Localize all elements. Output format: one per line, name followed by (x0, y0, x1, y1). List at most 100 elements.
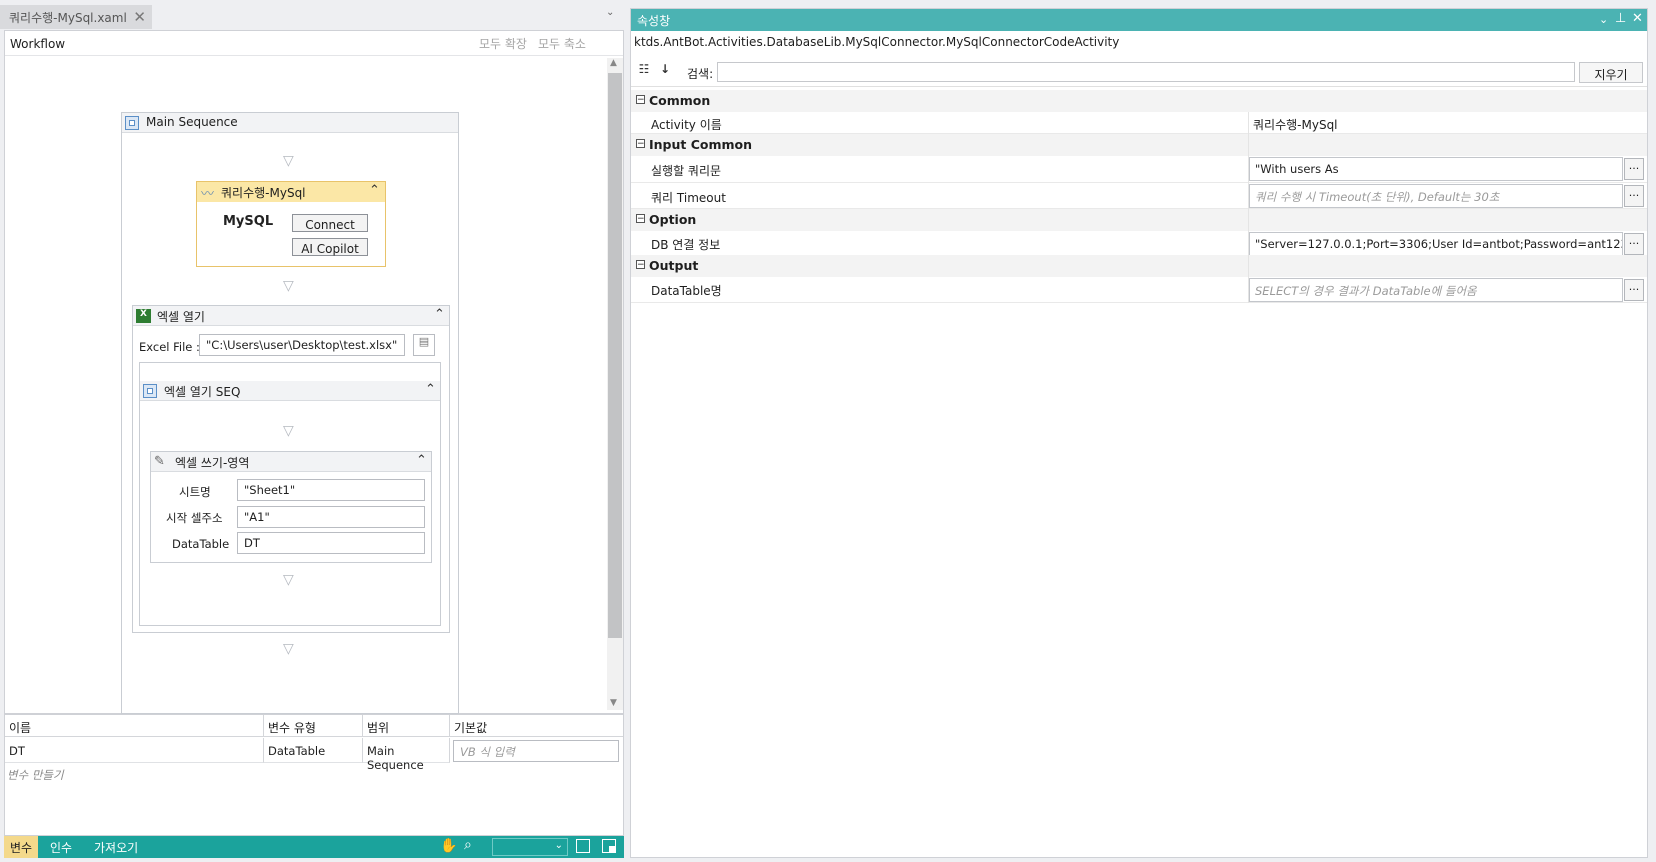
column-header-default[interactable]: 기본값 (450, 715, 623, 737)
variable-type-cell[interactable]: DataTable (264, 738, 363, 763)
collapse-all-link[interactable]: 모두 축소 (538, 35, 586, 52)
drop-target-icon[interactable]: ▽ (283, 572, 294, 588)
tab-arguments[interactable]: 인수 (44, 836, 78, 858)
collapse-icon[interactable]: ⌃ (434, 307, 445, 322)
excel-open-header: X 엑셀 열기 ⌃ (133, 306, 449, 326)
tab-imports[interactable]: 가져오기 (88, 836, 144, 858)
collapse-toggle-icon[interactable]: − (636, 139, 645, 149)
category-option[interactable]: − Option (631, 209, 1647, 231)
properties-title-bar: 속성창 ⌄ ⊥ ✕ (631, 9, 1647, 31)
category-output[interactable]: − Output (631, 255, 1647, 277)
collapse-icon[interactable]: ⌃ (369, 183, 380, 198)
excel-file-label: Excel File : (139, 340, 200, 354)
excel-open-activity[interactable]: X 엑셀 열기 ⌃ Excel File : "C:\Users\user\De… (132, 305, 450, 633)
excel-write-range-header: ✎ 엑셀 쓰기-영역 ⌃ (151, 452, 431, 472)
ellipsis-button[interactable]: ... (1624, 279, 1644, 301)
excel-open-seq[interactable]: 엑셀 열기 SEQ ⌃ ▽ ✎ 엑셀 쓰기-영역 ⌃ 시트명 "Sheet1" … (139, 362, 441, 626)
breadcrumb[interactable]: Workflow (10, 37, 65, 51)
property-label: 쿼리 Timeout (651, 191, 726, 205)
property-label: Activity 이름 (651, 118, 722, 132)
mysql-activity[interactable]: 〰 쿼리수행-MySql ⌃ MySQL Connect AI Copilot (196, 181, 386, 267)
excel-icon: X (136, 309, 151, 323)
close-icon[interactable]: ✕ (1632, 11, 1643, 26)
clear-button[interactable]: 지우기 (1579, 62, 1643, 83)
column-header-type[interactable]: 변수 유형 (264, 715, 363, 737)
ellipsis-button[interactable]: ... (1624, 233, 1644, 255)
expand-all-link[interactable]: 모두 확장 (479, 35, 527, 52)
close-icon[interactable]: ✕ (133, 8, 146, 26)
scrollbar-thumb[interactable] (608, 73, 622, 638)
overview-icon[interactable] (602, 839, 616, 853)
column-header-name[interactable]: 이름 (5, 715, 264, 737)
drop-target-icon[interactable]: ▽ (283, 278, 294, 294)
drop-target-icon[interactable]: ▽ (283, 641, 294, 657)
category-title: Input Common (649, 137, 753, 152)
document-tab[interactable]: 쿼리수행-MySql.xaml ✕ (0, 5, 152, 29)
sheet-name-label: 시트명 (179, 485, 211, 499)
zoom-select[interactable]: ⌄ (492, 838, 568, 856)
query-timeout-input[interactable]: 쿼리 수행 시 Timeout(초 단위), Default는 30초 (1249, 184, 1623, 208)
category-title: Common (649, 93, 711, 108)
mysql-activity-header: 〰 쿼리수행-MySql ⌃ (197, 182, 385, 202)
chevron-down-icon[interactable]: ⌄ (606, 7, 614, 18)
excel-file-input[interactable]: "C:\Users\user\Desktop\test.xlsx" (199, 334, 405, 356)
scroll-up-icon[interactable]: ▲ (610, 58, 617, 68)
start-cell-input[interactable]: "A1" (237, 506, 425, 528)
header-divider (5, 55, 623, 56)
ellipsis-button[interactable]: ... (1624, 185, 1644, 207)
start-cell-label: 시작 셀주소 (166, 511, 223, 525)
variable-default-input[interactable]: VB 식 입력 (453, 740, 619, 762)
category-common[interactable]: − Common (631, 90, 1647, 112)
categorized-view-icon[interactable]: ☷ (634, 62, 654, 82)
variable-scope-cell[interactable]: Main Sequence (363, 738, 450, 772)
category-title: Option (649, 212, 697, 227)
datatable-input[interactable]: DT (237, 532, 425, 554)
alphabetical-sort-icon[interactable]: ↓ (655, 62, 675, 82)
column-divider[interactable] (1248, 112, 1249, 303)
document-tab-bar: 쿼리수행-MySql.xaml ✕ ⌄ (0, 0, 628, 30)
variable-name-cell[interactable]: DT (5, 738, 264, 763)
collapse-icon[interactable]: ⌃ (416, 453, 427, 468)
drop-target-icon[interactable]: ▽ (283, 153, 294, 169)
collapse-toggle-icon[interactable]: − (636, 260, 645, 270)
property-row: DB 연결 정보 "Server=127.0.0.1;Port=3306;Use… (631, 231, 1647, 257)
search-zoom-icon[interactable]: ⌕ (464, 837, 472, 853)
pencil-icon: ✎ (154, 454, 165, 469)
datatable-name-input[interactable]: SELECT의 경우 결과가 DataTable에 들어옴 (1249, 278, 1623, 302)
column-header-scope[interactable]: 범위 (363, 715, 450, 737)
mysql-activity-title: 쿼리수행-MySql (221, 186, 306, 200)
sequence-icon (125, 116, 139, 130)
drop-target-icon[interactable]: ▽ (283, 423, 294, 439)
scroll-down-icon[interactable]: ▼ (610, 698, 617, 708)
properties-title: 속성창 (637, 14, 671, 28)
category-input-common[interactable]: − Input Common (631, 134, 1647, 156)
collapse-icon[interactable]: ⌃ (425, 382, 436, 397)
chevron-down-icon[interactable]: ⌄ (1599, 13, 1608, 26)
pan-hand-icon[interactable]: ✋ (440, 838, 457, 854)
tab-variables[interactable]: 변수 (4, 836, 39, 858)
sheet-name-input[interactable]: "Sheet1" (237, 479, 425, 501)
collapse-toggle-icon[interactable]: − (636, 95, 645, 105)
property-row: 실행할 쿼리문 "With users As ... (631, 156, 1647, 183)
fit-to-screen-icon[interactable] (576, 839, 590, 853)
file-browse-icon[interactable]: ▤ (413, 334, 435, 356)
collapse-toggle-icon[interactable]: − (636, 214, 645, 224)
activity-type-name: ktds.AntBot.Activities.DatabaseLib.MySql… (634, 35, 1120, 49)
pin-icon[interactable]: ⊥ (1615, 11, 1626, 26)
main-sequence[interactable]: Main Sequence ▽ 〰 쿼리수행-MySql ⌃ MySQL Con… (121, 112, 459, 714)
activity-name-value[interactable]: 쿼리수행-MySql (1253, 116, 1338, 133)
datatable-label: DataTable (172, 537, 230, 551)
ai-copilot-button[interactable]: AI Copilot (292, 238, 368, 256)
db-connection-input[interactable]: "Server=127.0.0.1;Port=3306;User Id=antb… (1249, 232, 1623, 256)
property-label: DataTable명 (651, 284, 722, 298)
query-input[interactable]: "With users As (1249, 157, 1623, 181)
excel-write-range-activity[interactable]: ✎ 엑셀 쓰기-영역 ⌃ 시트명 "Sheet1" 시작 셀주소 "A1" Da… (150, 451, 432, 563)
category-title: Output (649, 258, 699, 273)
ellipsis-button[interactable]: ... (1624, 158, 1644, 180)
create-variable-link[interactable]: 변수 만들기 (7, 767, 64, 783)
connect-button[interactable]: Connect (292, 214, 368, 232)
variables-panel: 이름 변수 유형 범위 기본값 DT DataTable Main Sequen… (4, 714, 624, 836)
dolphin-icon: 〰 (201, 187, 215, 202)
search-input[interactable] (717, 62, 1575, 82)
sequence-icon (143, 384, 157, 398)
